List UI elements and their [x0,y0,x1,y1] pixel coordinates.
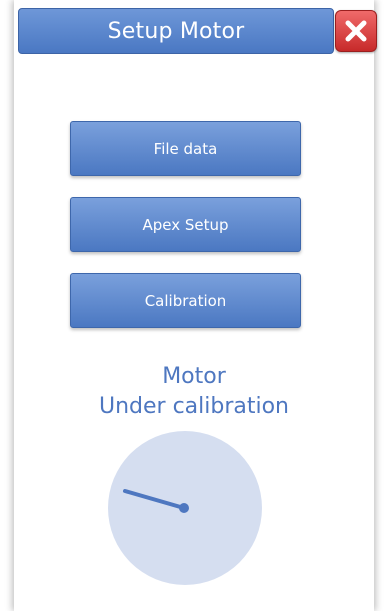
status-line-calibration: Under calibration [98,394,290,419]
status-line-motor: Motor [162,364,226,389]
calibration-label: Calibration [144,291,227,310]
calibration-button[interactable]: Calibration [70,273,301,328]
dial-hub [179,503,189,513]
screen: Setup Motor File data Apex Setup Calibra… [0,0,390,611]
dialog-title-bar: Setup Motor [18,8,334,54]
calibration-dial-icon [108,431,262,585]
file-data-label: File data [153,139,218,158]
file-data-button[interactable]: File data [70,121,301,176]
close-button[interactable] [335,10,377,52]
apex-setup-label: Apex Setup [142,215,229,234]
dialog-title: Setup Motor [107,18,245,44]
apex-setup-button[interactable]: Apex Setup [70,197,301,252]
close-icon [345,20,367,42]
